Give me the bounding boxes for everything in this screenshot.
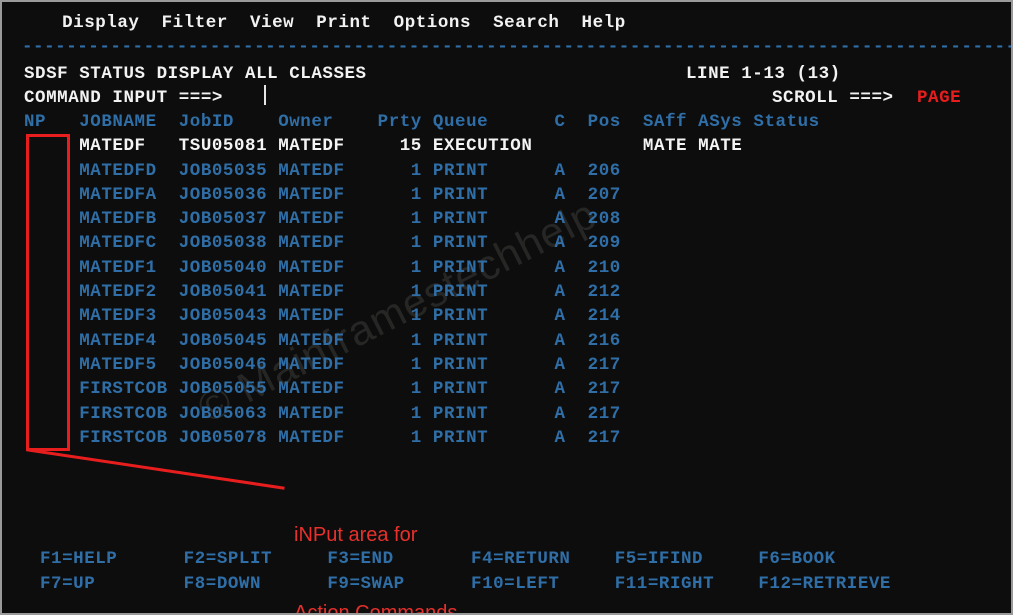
table-row[interactable]: FIRSTCOB JOB05078 MATEDF 1 PRINT A 217	[24, 426, 820, 450]
table-row[interactable]: MATEDFC JOB05038 MATEDF 1 PRINT A 209	[24, 231, 820, 255]
annotation-line-1: iNPut area for	[294, 524, 418, 546]
table-row[interactable]: MATEDFD JOB05035 MATEDF 1 PRINT A 206	[24, 159, 820, 183]
table-row[interactable]: MATEDF2 JOB05041 MATEDF 1 PRINT A 212	[24, 280, 820, 304]
table-row[interactable]: MATEDFB JOB05037 MATEDF 1 PRINT A 208	[24, 207, 820, 231]
scroll-label: SCROLL ===>	[772, 88, 894, 108]
separator-line: ----------------------------------------…	[22, 37, 1013, 57]
sdsf-terminal-screen: © Mainframestechhelp Display Filter View…	[0, 0, 1013, 615]
table-row[interactable]: FIRSTCOB JOB05063 MATEDF 1 PRINT A 217	[24, 402, 820, 426]
command-input-label[interactable]: COMMAND INPUT ===>	[24, 86, 223, 110]
command-input-cursor[interactable]	[264, 85, 266, 105]
table-row[interactable]: MATEDF4 JOB05045 MATEDF 1 PRINT A 216	[24, 329, 820, 353]
table-row[interactable]: MATEDF1 JOB05040 MATEDF 1 PRINT A 210	[24, 256, 820, 280]
annotation-leader-line	[26, 448, 285, 490]
annotation-line-2: Action Commands	[294, 602, 458, 615]
scroll-value[interactable]: PAGE	[917, 86, 961, 110]
line-range-indicator: LINE 1-13 (13)	[686, 64, 841, 84]
function-key-bar: F1=HELP F2=SPLIT F3=END F4=RETURN F5=IFI…	[40, 547, 891, 596]
table-row[interactable]: MATEDF TSU05081 MATEDF 15 EXECUTION MATE…	[24, 134, 820, 158]
table-column-headers: NP JOBNAME JobID Owner Prty Queue C Pos …	[24, 112, 820, 132]
job-list-table: NP JOBNAME JobID Owner Prty Queue C Pos …	[24, 110, 820, 450]
annotation-callout: iNPut area for Action Commands	[294, 470, 458, 615]
table-row[interactable]: MATEDFA JOB05036 MATEDF 1 PRINT A 207	[24, 183, 820, 207]
function-key-row-2[interactable]: F7=UP F8=DOWN F9=SWAP F10=LEFT F11=RIGHT…	[40, 572, 891, 597]
table-row[interactable]: FIRSTCOB JOB05055 MATEDF 1 PRINT A 217	[24, 377, 820, 401]
menu-bar[interactable]: Display Filter View Print Options Search…	[40, 11, 626, 35]
page-title: SDSF STATUS DISPLAY ALL CLASSES	[24, 64, 367, 84]
function-key-row-1[interactable]: F1=HELP F2=SPLIT F3=END F4=RETURN F5=IFI…	[40, 547, 891, 572]
table-row[interactable]: MATEDF3 JOB05043 MATEDF 1 PRINT A 214	[24, 304, 820, 328]
table-row[interactable]: MATEDF5 JOB05046 MATEDF 1 PRINT A 217	[24, 353, 820, 377]
